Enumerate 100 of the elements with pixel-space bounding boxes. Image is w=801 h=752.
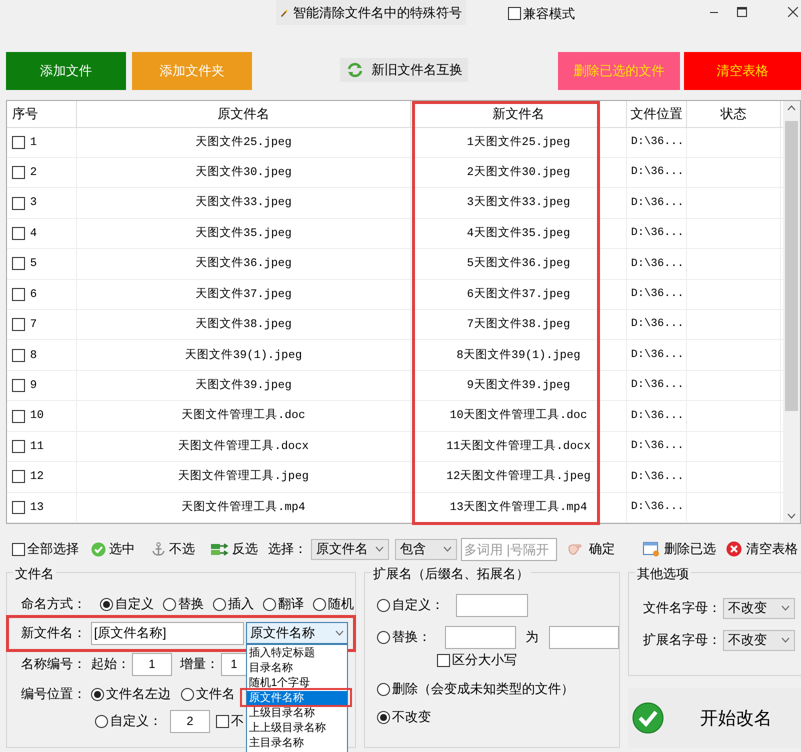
hand-icon: [567, 542, 583, 556]
radio-button[interactable]: [100, 598, 113, 610]
checkbox[interactable]: [12, 196, 25, 210]
group-title: 扩展名（后缀名、拓展名）: [371, 564, 531, 584]
keyword-field[interactable]: 多词用 |号隔开: [461, 538, 557, 560]
radio-button[interactable]: [263, 598, 276, 610]
radio-label: 文件名: [196, 685, 235, 704]
checkbox-label: 不: [231, 712, 244, 730]
column-header[interactable]: 原文件名: [77, 101, 411, 126]
radio-button[interactable]: [95, 714, 108, 728]
checkbox[interactable]: [12, 470, 25, 484]
checkbox[interactable]: [12, 318, 25, 332]
table-cell-text: D:\36...: [631, 287, 684, 302]
table-cell-text: 天图文件管理工具.docx: [178, 438, 309, 455]
delete-selected-button[interactable]: 删除已选: [643, 537, 716, 561]
toolbar-button[interactable]: 不选: [147, 537, 199, 561]
checkbox[interactable]: [437, 654, 450, 666]
checkbox[interactable]: [12, 226, 25, 240]
custom-extension-field[interactable]: [456, 594, 528, 616]
start-rename-button[interactable]: 开始改名: [628, 688, 801, 748]
case-select[interactable]: 不改变: [723, 630, 795, 650]
checkbox[interactable]: [508, 7, 521, 20]
scroll-up-icon[interactable]: [787, 105, 796, 111]
table-cell-text: 天图文件30.jpeg: [195, 164, 292, 181]
column-header[interactable]: 序号: [7, 101, 77, 126]
checkbox[interactable]: [12, 257, 25, 270]
checkbox[interactable]: [216, 714, 229, 728]
table-cell-text: 2天图文件30.jpeg: [466, 164, 570, 181]
caret-icon: [375, 546, 384, 552]
checkbox[interactable]: [12, 136, 25, 149]
column-header[interactable]: 新文件名: [411, 101, 627, 126]
custom-position-field[interactable]: 2: [170, 710, 210, 732]
radio-button[interactable]: [163, 598, 176, 610]
filter-field-select[interactable]: 原文件名: [311, 538, 389, 560]
radio-button[interactable]: [313, 598, 326, 610]
minimize-icon[interactable]: [710, 12, 718, 14]
checkbox[interactable]: [12, 379, 25, 392]
checkbox[interactable]: [12, 410, 25, 422]
case-select[interactable]: 不改变: [723, 598, 795, 618]
caret-icon: [781, 605, 790, 611]
radio-label: 自定义：: [392, 596, 445, 614]
radio-button[interactable]: [377, 682, 390, 696]
table-cell-text: D:\36...: [631, 378, 684, 394]
close-icon[interactable]: [788, 7, 798, 17]
scroll-down-icon[interactable]: [787, 513, 796, 519]
replace-from-field[interactable]: [445, 626, 516, 648]
confirm-button[interactable]: 确定: [567, 537, 615, 561]
checkbox[interactable]: [12, 500, 25, 514]
dropdown-option[interactable]: 上级目录名称: [247, 706, 347, 721]
dropdown-option[interactable]: 原文件名称: [247, 691, 347, 706]
checkbox[interactable]: [12, 440, 25, 453]
field-label: 为: [526, 628, 539, 646]
table-cell-text: 5天图文件36.jpeg: [466, 256, 570, 272]
radio-label: 插入: [228, 595, 254, 614]
check-circle-icon: [632, 702, 664, 734]
table-cell-text: 11天图文件管理工具.docx: [446, 438, 591, 455]
toolbar-button[interactable]: 添加文件: [6, 52, 126, 90]
scrollbar[interactable]: [783, 101, 800, 523]
table-cell-text: D:\36...: [631, 439, 684, 454]
swap-button[interactable]: 新旧文件名互换: [340, 58, 468, 82]
checkbox[interactable]: [12, 348, 25, 362]
match-mode-select[interactable]: 包含: [395, 538, 457, 560]
radio-button[interactable]: [91, 688, 104, 700]
insert-select[interactable]: 原文件名称: [246, 622, 348, 644]
radio-label: 随机: [328, 595, 354, 614]
shuffle-icon: [211, 542, 229, 556]
radio-label: 自定义: [115, 595, 154, 614]
table-cell-text: 6天图文件37.jpeg: [466, 286, 570, 303]
radio-button[interactable]: [377, 630, 390, 644]
toolbar-button[interactable]: 选中: [87, 537, 139, 561]
filter-label: 选择：: [268, 540, 307, 558]
checkbox-label: 全部选择: [27, 540, 79, 558]
table-cell-text: 天图文件38.jpeg: [195, 316, 292, 334]
radio-label: 文件名左边: [106, 685, 171, 704]
start-field[interactable]: 1: [132, 652, 172, 676]
radio-button[interactable]: [181, 688, 194, 700]
radio-button[interactable]: [213, 598, 226, 610]
clear-table-button[interactable]: 清空表格: [726, 537, 798, 561]
table-cell-text: 1: [30, 134, 37, 151]
maximize-icon[interactable]: [737, 7, 747, 17]
dropdown-option[interactable]: 上上级目录名称: [247, 721, 347, 736]
column-header[interactable]: 文件位置: [627, 101, 687, 126]
step-field[interactable]: 1: [221, 652, 247, 676]
checkbox[interactable]: [12, 542, 25, 556]
table-cell-text: 7天图文件38.jpeg: [466, 316, 570, 334]
new-name-field[interactable]: [原文件名称]: [91, 622, 244, 644]
radio-button[interactable]: [377, 598, 390, 612]
replace-to-field[interactable]: [548, 626, 619, 648]
table-cell-text: 天图文件25.jpeg: [195, 134, 292, 151]
table-cell-text: 天图文件39(1).jpeg: [184, 348, 302, 364]
dropdown-option[interactable]: 主目录名称: [247, 736, 347, 751]
dropdown-option[interactable]: 目录名称: [247, 661, 347, 676]
field-label: 命名方式：: [21, 595, 86, 614]
column-header[interactable]: 状态: [687, 101, 781, 126]
checkbox[interactable]: [12, 288, 25, 301]
dropdown-option[interactable]: 随机1个字母: [247, 676, 347, 691]
checkbox[interactable]: [12, 166, 25, 180]
radio-button[interactable]: [377, 710, 390, 724]
dropdown-option[interactable]: 插入特定标题: [247, 646, 347, 661]
toolbar-button[interactable]: 反选: [207, 537, 262, 561]
